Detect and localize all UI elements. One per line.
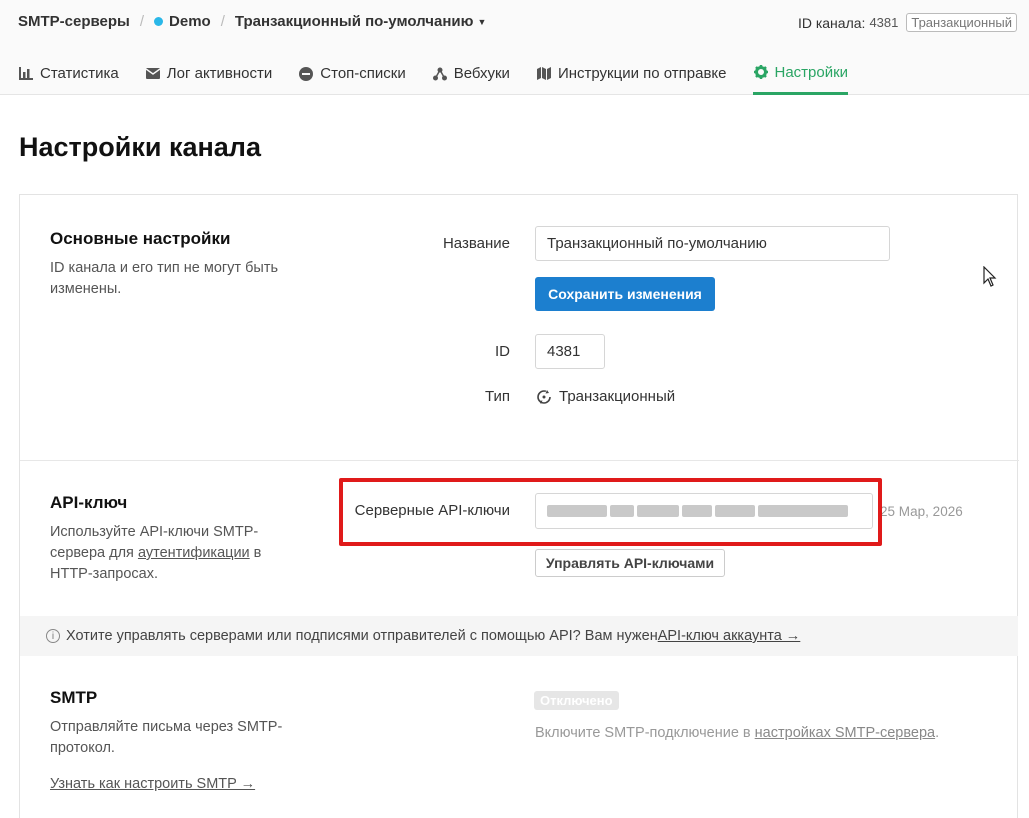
id-label: ID	[495, 343, 510, 360]
tab-activity-log[interactable]: Лог активности	[145, 62, 273, 95]
breadcrumb-server-link[interactable]: Demo	[169, 13, 211, 30]
smtp-disabled-badge: Отключено	[534, 691, 619, 710]
channel-name-value: Транзакционный по-умолчанию	[547, 235, 767, 252]
channel-dropdown[interactable]: Транзакционный по-умолчанию ▼	[235, 13, 486, 30]
basic-settings-title: Основные настройки	[50, 229, 231, 248]
info-icon: i	[46, 629, 60, 643]
channel-type-text: Транзакционный	[559, 388, 676, 405]
page-title: Настройки канала	[19, 132, 261, 162]
smtp-hint-text: Включите SMTP-подключение в	[535, 725, 755, 741]
tab-webhooks[interactable]: Вебхуки	[432, 62, 510, 95]
tab-label: Инструкции по отправке	[557, 65, 727, 82]
smtp-server-settings-link[interactable]: настройках SMTP-сервера	[755, 725, 935, 741]
minus-circle-icon	[298, 66, 314, 81]
account-api-key-link[interactable]: API-ключ аккаунта →	[658, 628, 801, 644]
webhook-icon	[432, 67, 448, 81]
tab-settings[interactable]: Настройки	[752, 62, 849, 95]
channel-type-value: Транзакционный	[536, 388, 675, 405]
breadcrumb-root-link[interactable]: SMTP-серверы	[18, 13, 130, 30]
api-desc-line: HTTP-запросах.	[50, 566, 158, 582]
api-desc-text: сервера для	[50, 545, 138, 561]
mouse-cursor-icon	[983, 265, 997, 291]
api-desc-line: Используйте API-ключи SMTP-	[50, 524, 259, 540]
api-desc-line: сервера для аутентификации в	[50, 543, 261, 564]
authentication-link[interactable]: аутентификации	[138, 545, 250, 561]
caret-down-icon: ▼	[477, 16, 487, 27]
smtp-hint: Включите SMTP-подключение в настройках S…	[535, 725, 939, 741]
section-divider	[20, 460, 1019, 461]
api-key-desc: Используйте API-ключи SMTP- сервера для …	[50, 522, 261, 585]
tab-label: Лог активности	[166, 65, 273, 82]
tab-stop-lists[interactable]: Стоп-списки	[298, 62, 406, 95]
manage-api-keys-button[interactable]: Управлять API-ключами	[535, 549, 725, 577]
tab-bar: Статистика Лог активности Стоп-списки Ве…	[18, 62, 874, 95]
channel-name-input[interactable]: Транзакционный по-умолчанию	[535, 226, 890, 261]
breadcrumb: SMTP-серверы / Demo / Транзакционный по-…	[18, 13, 486, 30]
api-desc-text: в	[249, 545, 262, 561]
api-key-date: 25 Мар, 2026	[880, 504, 963, 519]
chart-icon	[18, 67, 34, 80]
smtp-desc: Отправляйте письма через SMTP- протокол.	[50, 717, 282, 759]
top-bar: SMTP-серверы / Demo / Транзакционный по-…	[0, 0, 1029, 95]
refresh-cycle-icon	[536, 389, 552, 405]
api-key-title: API-ключ	[50, 493, 128, 512]
account-api-info-bar: i Хотите управлять серверами или подпися…	[20, 616, 1018, 656]
type-label: Тип	[484, 388, 510, 405]
channel-id-field: 4381	[535, 334, 605, 369]
smtp-desc-line: протокол.	[50, 740, 115, 756]
smtp-title: SMTP	[50, 688, 98, 707]
channel-dropdown-label: Транзакционный по-умолчанию	[234, 13, 474, 30]
tab-sending-instructions[interactable]: Инструкции по отправке	[536, 62, 727, 95]
info-text: Хотите управлять серверами или подписями…	[66, 628, 658, 644]
learn-smtp-setup-link[interactable]: Узнать как настроить SMTP →	[50, 776, 255, 792]
breadcrumb-separator: /	[220, 13, 225, 30]
save-changes-button[interactable]: Сохранить изменения	[535, 277, 715, 311]
channel-type-badge: Транзакционный	[906, 13, 1017, 32]
smtp-desc-line: Отправляйте письма через SMTP-	[50, 719, 283, 735]
basic-desc-line: изменены.	[50, 281, 122, 297]
envelope-icon	[145, 68, 161, 79]
tab-label: Стоп-списки	[320, 65, 406, 82]
basic-desc-line: ID канала и его тип не могут быть	[50, 260, 279, 276]
breadcrumb-separator: /	[139, 13, 145, 30]
tab-label: Настройки	[774, 63, 849, 81]
gear-icon	[753, 65, 769, 79]
server-status-dot	[154, 17, 164, 26]
smtp-hint-text: .	[935, 725, 940, 741]
name-label: Название	[442, 235, 510, 252]
channel-id-info: ID канала: 4381 Транзакционный	[798, 13, 1017, 32]
channel-id-field-value: 4381	[547, 343, 581, 360]
tab-label: Статистика	[40, 65, 119, 82]
highlight-box	[339, 478, 882, 546]
channel-id-value: 4381	[869, 15, 899, 30]
tab-statistics[interactable]: Статистика	[18, 62, 119, 95]
map-icon	[536, 67, 552, 80]
tab-label: Вебхуки	[453, 65, 510, 82]
basic-settings-desc: ID канала и его тип не могут быть измене…	[50, 258, 278, 300]
channel-id-label: ID канала:	[797, 14, 866, 31]
